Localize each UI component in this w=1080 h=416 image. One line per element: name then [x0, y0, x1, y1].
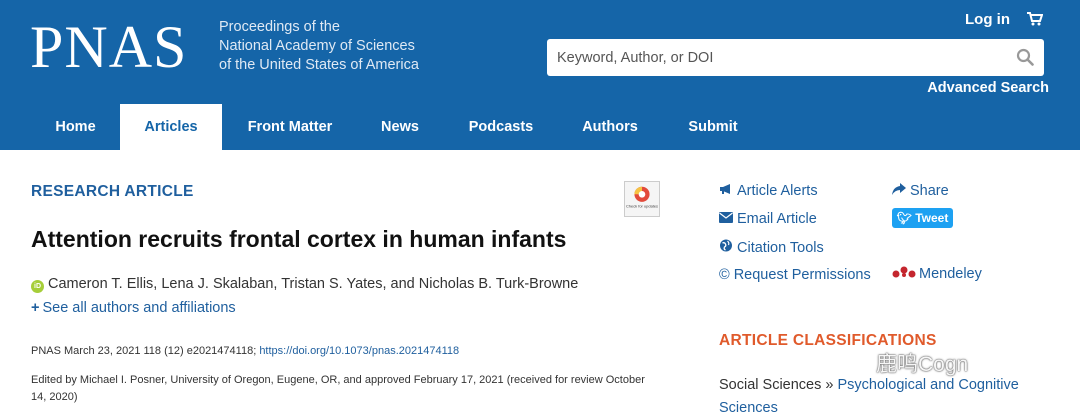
- classification-category: Social Sciences: [719, 377, 822, 393]
- tagline-line-2: National Academy of Sciences: [219, 38, 415, 54]
- share-label: Share: [910, 183, 949, 199]
- authors-text[interactable]: Cameron T. Ellis, Lena J. Skalaban, Tris…: [48, 276, 578, 292]
- main-nav: Home Articles Front Matter News Podcasts…: [0, 104, 1080, 150]
- twitter-bird-icon: 🐦︎: [896, 211, 912, 225]
- see-all-authors-link[interactable]: + See all authors and affiliations: [31, 300, 236, 316]
- nav-front-matter[interactable]: Front Matter: [232, 104, 348, 150]
- search-box: [547, 39, 1044, 76]
- nav-podcasts[interactable]: Podcasts: [455, 104, 547, 150]
- mendeley-icon: [892, 266, 916, 278]
- share-link[interactable]: Share: [892, 183, 949, 199]
- site-header: PNAS Proceedings of the National Academy…: [0, 0, 1080, 150]
- watermark-overlay: 鹿鸣Cogn: [876, 353, 969, 376]
- author-list: iD Cameron T. Ellis, Lena J. Skalaban, Tr…: [31, 276, 578, 293]
- doi-link[interactable]: https://doi.org/10.1073/pnas.2021474118: [259, 345, 459, 357]
- cart-icon[interactable]: [1027, 12, 1043, 26]
- citation-line: PNAS March 23, 2021 118 (12) e2021474118…: [31, 345, 459, 357]
- mendeley-link[interactable]: Mendeley: [892, 265, 982, 282]
- nav-submit[interactable]: Submit: [674, 104, 752, 150]
- article-alerts-label: Article Alerts: [737, 183, 818, 199]
- nav-news[interactable]: News: [364, 104, 436, 150]
- tweet-label: Tweet: [915, 211, 949, 225]
- plus-icon: +: [31, 300, 40, 316]
- envelope-icon: [719, 212, 733, 223]
- classification-path: Social Sciences » Psychological and Cogn…: [719, 374, 1059, 416]
- login-link[interactable]: Log in: [965, 11, 1010, 28]
- classification-separator: »: [821, 377, 838, 393]
- tagline-line-3: of the United States of America: [219, 57, 419, 73]
- advanced-search-link[interactable]: Advanced Search: [927, 80, 1049, 96]
- request-permissions-link[interactable]: © Request Permissions: [719, 267, 871, 283]
- email-article-link[interactable]: Email Article: [719, 211, 817, 227]
- see-all-label: See all authors and affiliations: [42, 300, 236, 316]
- search-input[interactable]: [557, 47, 997, 69]
- citation-tools-link[interactable]: Citation Tools: [719, 239, 824, 256]
- orcid-icon[interactable]: iD: [31, 280, 44, 293]
- article-type-label: RESEARCH ARTICLE: [31, 183, 194, 200]
- nav-articles[interactable]: Articles: [120, 104, 222, 150]
- nav-authors[interactable]: Authors: [568, 104, 652, 150]
- email-article-label: Email Article: [737, 211, 817, 227]
- tweet-button[interactable]: 🐦︎ Tweet: [892, 208, 953, 228]
- mendeley-label: Mendeley: [919, 266, 982, 282]
- globe-icon: [720, 239, 732, 252]
- check-for-updates-badge[interactable]: Check for updates: [624, 181, 660, 217]
- citation-prefix: PNAS March 23, 2021 118 (12) e2021474118…: [31, 345, 260, 357]
- site-tagline: Proceedings of the National Academy of S…: [219, 18, 419, 75]
- article-title: Attention recruits frontal cortex in hum…: [31, 226, 567, 252]
- citation-tools-label: Citation Tools: [737, 240, 824, 256]
- check-badge-label: Check for updates: [626, 204, 658, 209]
- nav-home[interactable]: Home: [37, 104, 114, 150]
- article-alerts-link[interactable]: Article Alerts: [719, 183, 818, 199]
- megaphone-icon: [720, 184, 730, 194]
- tagline-line-1: Proceedings of the: [219, 19, 340, 35]
- pnas-logo[interactable]: PNAS: [30, 14, 187, 80]
- search-icon[interactable]: [1016, 48, 1034, 66]
- share-arrow-icon: [892, 183, 906, 195]
- editor-note: Edited by Michael I. Posner, University …: [31, 374, 645, 403]
